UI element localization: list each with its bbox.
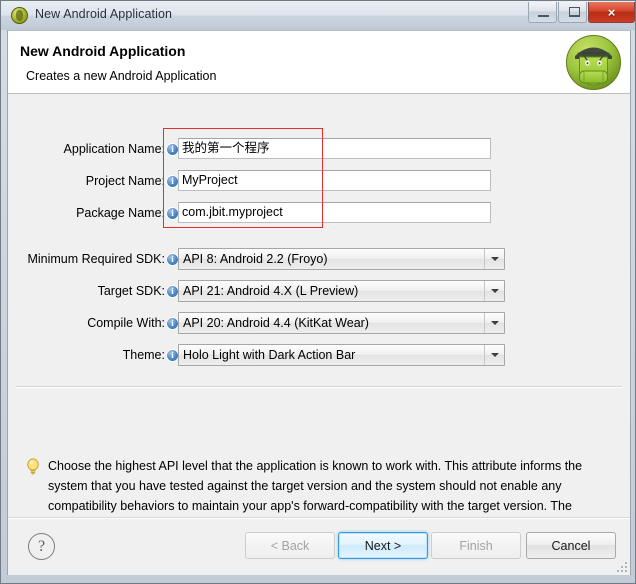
lightbulb-icon (27, 458, 39, 475)
field-label-application-name: Application Name: (8, 138, 178, 160)
compile-with-select[interactable]: API 20: Android 4.4 (KitKat Wear) (178, 312, 505, 334)
android-head-icon (11, 7, 28, 24)
label-text: Package Name: (76, 206, 165, 220)
application-window: New Android Application × New Android Ap… (0, 0, 636, 584)
dialog-client-area: New Android Application Creates a new An… (7, 30, 631, 575)
field-label-theme: Theme: (8, 344, 178, 366)
finish-button[interactable]: Finish (431, 532, 521, 559)
resize-grip[interactable] (616, 561, 628, 573)
info-icon[interactable] (167, 207, 178, 219)
title-bar[interactable]: New Android Application × (1, 1, 635, 30)
wizard-header: New Android Application Creates a new An… (8, 31, 630, 94)
theme-select[interactable]: Holo Light with Dark Action Bar (178, 344, 505, 366)
info-icon[interactable] (167, 175, 178, 187)
application-name-input[interactable]: 我的第一个程序 (178, 138, 491, 159)
package-name-input[interactable]: com.jbit.myproject (178, 202, 491, 223)
close-button[interactable]: × (588, 2, 635, 23)
wizard-body: Application Name: 我的第一个程序 Project Name: … (8, 94, 630, 575)
chevron-down-icon[interactable] (484, 281, 504, 301)
field-label-minimum-required-sdk: Minimum Required SDK: (8, 248, 178, 270)
next-button[interactable]: Next > (338, 532, 428, 559)
android-robot-logo (566, 35, 621, 90)
field-label-target-sdk: Target SDK: (8, 280, 178, 302)
minimum-required-sdk-select[interactable]: API 8: Android 2.2 (Froyo) (178, 248, 505, 270)
cancel-button[interactable]: Cancel (526, 532, 616, 559)
info-icon[interactable] (167, 253, 178, 265)
label-text: Minimum Required SDK: (27, 252, 165, 266)
label-text: Application Name: (63, 142, 165, 156)
restore-icon (569, 7, 580, 17)
chevron-down-icon[interactable] (484, 345, 504, 365)
back-button[interactable]: < Back (245, 532, 335, 559)
close-icon: × (607, 4, 616, 20)
window-controls: × (527, 2, 635, 24)
label-text: Target SDK: (97, 284, 165, 298)
label-text: Project Name: (85, 174, 165, 188)
maximize-button[interactable] (558, 2, 587, 23)
page-subtitle: Creates a new Android Application (26, 69, 217, 83)
selected-value: API 8: Android 2.2 (Froyo) (183, 252, 328, 266)
window-title: New Android Application (35, 7, 173, 21)
dialog-footer: ? < Back Next > Finish Cancel (8, 517, 630, 574)
minimize-button[interactable] (528, 2, 557, 23)
selected-value: Holo Light with Dark Action Bar (183, 348, 356, 362)
help-button[interactable]: ? (28, 533, 55, 560)
minimize-icon (538, 15, 549, 17)
info-icon[interactable] (167, 143, 178, 155)
target-sdk-select[interactable]: API 21: Android 4.X (L Preview) (178, 280, 505, 302)
label-text: Compile With: (87, 316, 165, 330)
field-label-package-name: Package Name: (8, 202, 178, 224)
page-title: New Android Application (20, 43, 186, 59)
field-label-compile-with: Compile With: (8, 312, 178, 334)
label-text: Theme: (122, 348, 165, 362)
chevron-down-icon[interactable] (484, 249, 504, 269)
info-icon[interactable] (167, 349, 178, 361)
info-icon[interactable] (167, 317, 178, 329)
info-icon[interactable] (167, 285, 178, 297)
selected-value: API 21: Android 4.X (L Preview) (183, 284, 359, 298)
chevron-down-icon[interactable] (484, 313, 504, 333)
selected-value: API 20: Android 4.4 (KitKat Wear) (183, 316, 369, 330)
project-name-input[interactable]: MyProject (178, 170, 491, 191)
field-label-project-name: Project Name: (8, 170, 178, 192)
help-separator (16, 386, 622, 387)
